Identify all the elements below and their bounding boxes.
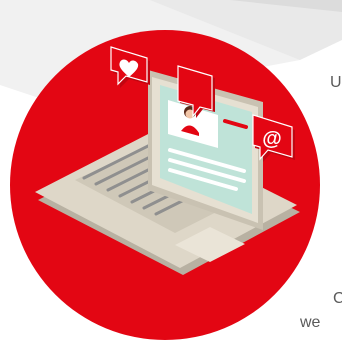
at-sign-icon: @: [262, 128, 282, 150]
edge-text-3: we: [300, 314, 321, 331]
edge-text-2: C: [333, 290, 342, 307]
edge-text-1: U: [330, 74, 342, 91]
illustration: @: [0, 0, 342, 340]
